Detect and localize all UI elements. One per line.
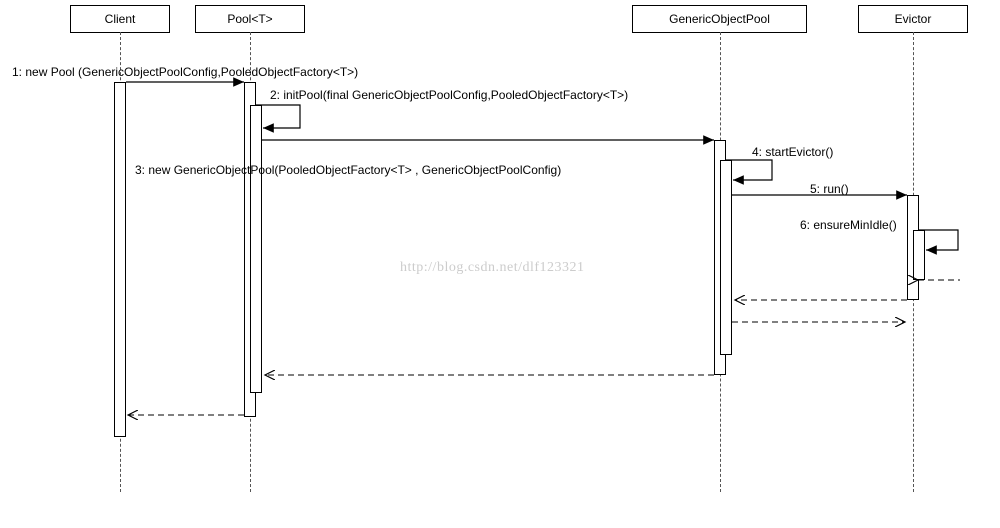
- msg-5-label: 5: run(): [810, 182, 849, 196]
- msg-1-label: 1: new Pool (GenericObjectPoolConfig,Poo…: [12, 65, 358, 79]
- participant-client: Client: [70, 5, 170, 33]
- msg-6-label: 6: ensureMinIdle(): [800, 218, 897, 232]
- activation-evictor2: [913, 230, 925, 280]
- msg-4-arrow: [726, 160, 772, 180]
- watermark-text: http://blog.csdn.net/dlf123321: [400, 260, 585, 276]
- activation-gop-2: [720, 160, 732, 355]
- msg-2-label: 2: initPool(final GenericObjectPoolConfi…: [270, 88, 628, 102]
- participant-evictor: Evictor: [858, 5, 968, 33]
- msg-2-arrow: [256, 105, 300, 128]
- arrow-layer: [0, 0, 1000, 528]
- msg-4-label: 4: startEvictor(): [752, 145, 833, 159]
- participant-gop: GenericObjectPool: [632, 5, 807, 33]
- msg-3-label: 3: new GenericObjectPool(PooledObjectFac…: [135, 163, 561, 177]
- activation-pool-2: [250, 105, 262, 393]
- activation-client: [114, 82, 126, 437]
- participant-pool: Pool<T>: [195, 5, 305, 33]
